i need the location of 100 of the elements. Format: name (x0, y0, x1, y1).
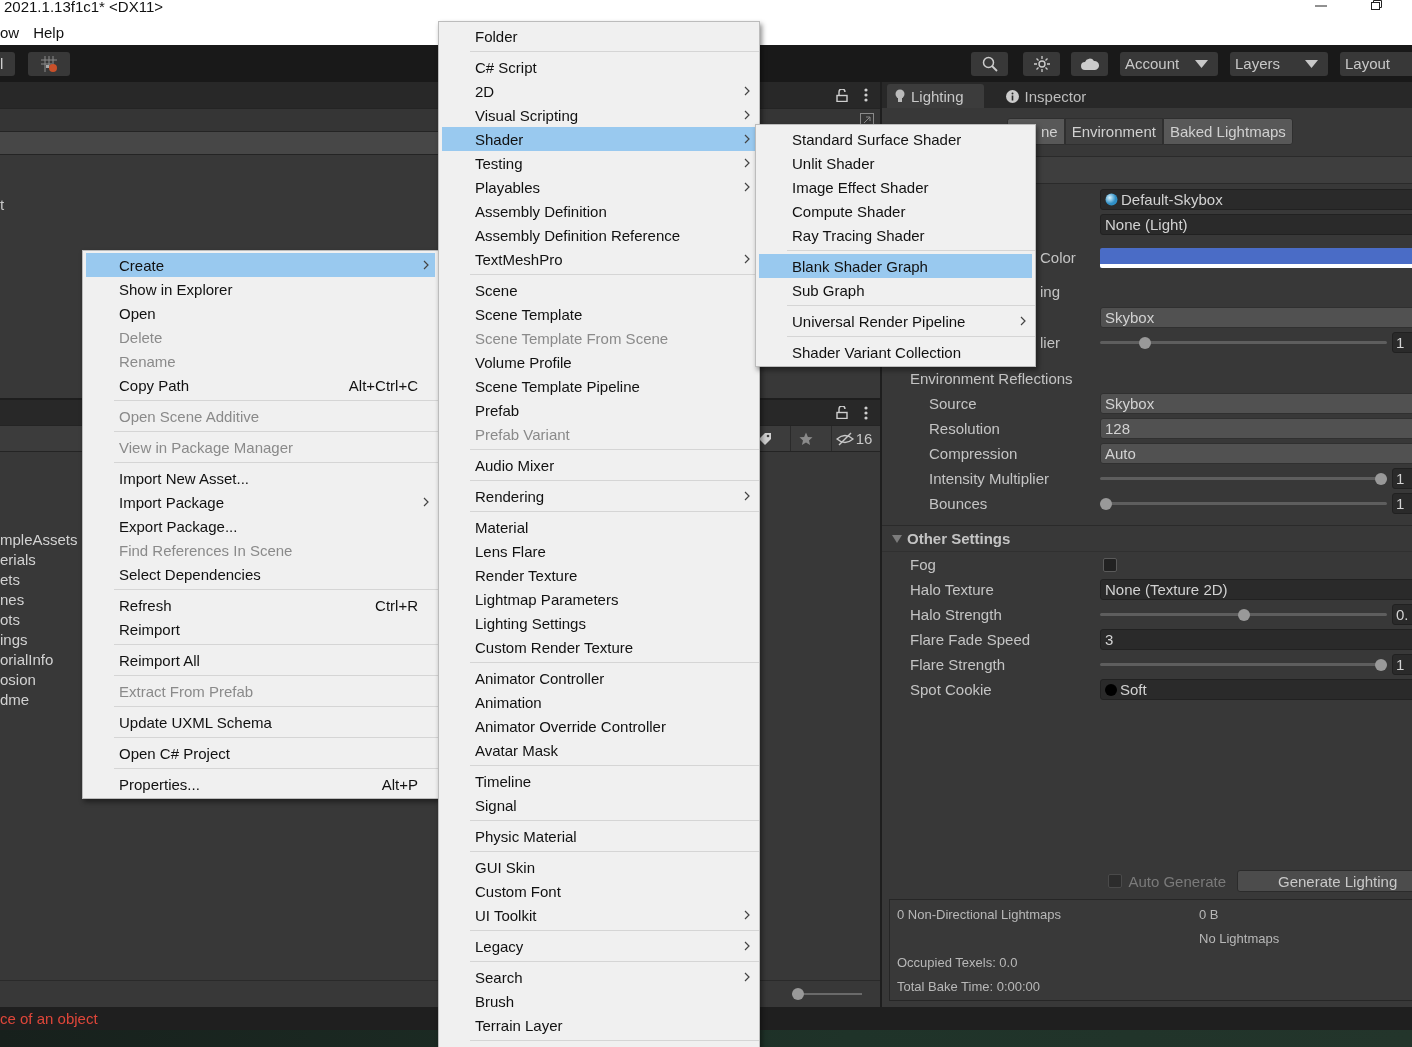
menu-item[interactable]: Rendering (442, 484, 756, 508)
slider-thumb[interactable] (1138, 336, 1151, 349)
object-field[interactable]: None (Texture 2D) (1100, 579, 1412, 600)
menu-item[interactable]: Signal (442, 793, 756, 817)
dropdown[interactable]: Skybox (1100, 307, 1412, 328)
slider[interactable] (1100, 496, 1387, 511)
number-field[interactable]: 1 (1392, 654, 1412, 675)
menu-item[interactable]: Physic Material (442, 824, 756, 848)
menu-item[interactable]: Scene Template Pipeline (442, 374, 756, 398)
menu-item[interactable]: Universal Render Pipeline (759, 309, 1032, 333)
number-field[interactable]: 3 (1100, 629, 1412, 650)
number-field[interactable]: 0. (1392, 604, 1412, 625)
number-field[interactable]: 1 (1392, 468, 1412, 489)
slider-thumb[interactable] (1375, 472, 1387, 485)
menu-item[interactable]: Animator Override Controller (442, 714, 756, 738)
menu-item[interactable]: Animation (442, 690, 756, 714)
menu-item[interactable]: Lightmap Parameters (442, 587, 756, 611)
menu-item[interactable]: Shader (442, 127, 756, 151)
toolbar-dropdown[interactable]: Layout (1340, 51, 1412, 76)
menu-item[interactable]: Unlit Shader (759, 151, 1032, 175)
services-button[interactable] (1023, 51, 1060, 76)
foldout-header[interactable]: Other Settings (882, 525, 1412, 552)
menu-item[interactable]: Compute Shader (759, 199, 1032, 223)
menu-item[interactable]: C# Script (442, 55, 756, 79)
menu-item[interactable]: Playables (442, 175, 756, 199)
menu-item[interactable]: UI Toolkit (442, 903, 756, 927)
menu-item[interactable]: Copy Path Alt+Ctrl+C (86, 373, 435, 397)
menu-item[interactable]: Volume Profile (442, 350, 756, 374)
hidden-toggle-button[interactable]: 16 (831, 426, 876, 451)
number-field[interactable]: 1 (1392, 493, 1412, 514)
slider-thumb[interactable] (792, 988, 804, 1000)
menu-item[interactable]: Import New Asset... (86, 466, 435, 490)
menu-item[interactable]: Testing (442, 151, 756, 175)
menu-item[interactable]: Terrain Layer (442, 1013, 756, 1037)
project-folder-item[interactable]: ings (0, 630, 28, 650)
menu-item[interactable]: Image Effect Shader (759, 175, 1032, 199)
tab[interactable]: Inspector (997, 84, 1107, 108)
menu-item[interactable]: Timeline (442, 769, 756, 793)
menu-item[interactable]: Scene Template (442, 302, 756, 326)
checkbox[interactable] (1103, 557, 1117, 572)
toolbar-button[interactable]: l (0, 51, 15, 76)
menu-item[interactable]: Properties... Alt+P (86, 772, 435, 796)
menu-item[interactable]: Shader Variant Collection (759, 340, 1032, 364)
menu-item[interactable]: Export Package... (86, 514, 435, 538)
menu-item[interactable]: Prefab (442, 398, 756, 422)
menu-item[interactable]: Brush (442, 989, 756, 1013)
toolbar-dropdown[interactable]: Layers (1230, 51, 1328, 76)
object-field[interactable]: None (Light) (1100, 214, 1412, 235)
menu-item[interactable]: Audio Mixer (442, 453, 756, 477)
cloud-button[interactable] (1071, 51, 1108, 76)
object-field[interactable]: Default-Skybox (1100, 189, 1412, 210)
menu-item[interactable]: Folder (442, 24, 756, 48)
menu-item[interactable]: Animator Controller (442, 666, 756, 690)
menu-item[interactable]: Show in Explorer (86, 277, 435, 301)
menu-bar-item[interactable]: ow (0, 24, 20, 41)
slider-thumb[interactable] (1375, 658, 1387, 671)
dropdown[interactable]: Skybox (1100, 393, 1412, 414)
menu-item[interactable]: Update UXML Schema (86, 710, 435, 734)
dropdown[interactable]: Auto (1100, 443, 1412, 464)
project-folder-item[interactable]: mpleAssets (0, 530, 78, 550)
menu-item[interactable]: Ray Tracing Shader (759, 223, 1032, 247)
tab[interactable]: Environment (1064, 118, 1163, 145)
menu-item[interactable]: Render Texture (442, 563, 756, 587)
menu-item[interactable]: Assembly Definition Reference (442, 223, 756, 247)
color-field[interactable] (1100, 248, 1412, 268)
menu-item[interactable]: Reimport (86, 617, 435, 641)
tab[interactable]: Baked Lightmaps (1162, 118, 1293, 145)
menu-item[interactable]: Refresh Ctrl+R (86, 593, 435, 617)
menu-item[interactable]: Sub Graph (759, 278, 1032, 302)
project-folder-item[interactable]: nes (0, 590, 25, 610)
project-folder-item[interactable]: orialInfo (0, 650, 54, 670)
search-button[interactable] (971, 51, 1008, 76)
menu-item[interactable]: TextMeshPro (442, 247, 756, 271)
menu-item[interactable]: Select Dependencies (86, 562, 435, 586)
dropdown[interactable]: 128 (1100, 418, 1412, 439)
menu-item[interactable]: Avatar Mask (442, 738, 756, 762)
tab[interactable]: Lighting (887, 84, 984, 108)
generate-lighting-button[interactable]: Generate Lighting (1237, 870, 1412, 892)
slider[interactable] (1100, 657, 1387, 672)
slider[interactable] (1100, 607, 1387, 622)
project-folder-item[interactable]: dme (0, 690, 30, 710)
menu-item[interactable]: Create (86, 253, 435, 277)
slider[interactable] (1100, 471, 1387, 486)
number-field[interactable]: 1 (1392, 332, 1412, 353)
menu-item[interactable]: 2D (442, 79, 756, 103)
menu-item[interactable]: Lens Flare (442, 539, 756, 563)
project-folder-item[interactable]: ets (0, 570, 20, 590)
object-field[interactable]: Soft (1100, 679, 1412, 700)
menu-bar-item[interactable]: Help (33, 24, 65, 41)
slider-thumb[interactable] (1100, 497, 1112, 510)
menu-item[interactable]: Custom Font (442, 879, 756, 903)
menu-item[interactable]: Material (442, 515, 756, 539)
menu-item[interactable]: Search (442, 965, 756, 989)
menu-item[interactable]: Open C# Project (86, 741, 435, 765)
menu-item[interactable]: Visual Scripting (442, 103, 756, 127)
menu-item[interactable]: Blank Shader Graph (759, 254, 1032, 278)
slider-thumb[interactable] (1237, 608, 1250, 621)
slider[interactable] (1100, 335, 1387, 350)
menu-item[interactable]: Import Package (86, 490, 435, 514)
project-folder-item[interactable]: ots (0, 610, 20, 630)
